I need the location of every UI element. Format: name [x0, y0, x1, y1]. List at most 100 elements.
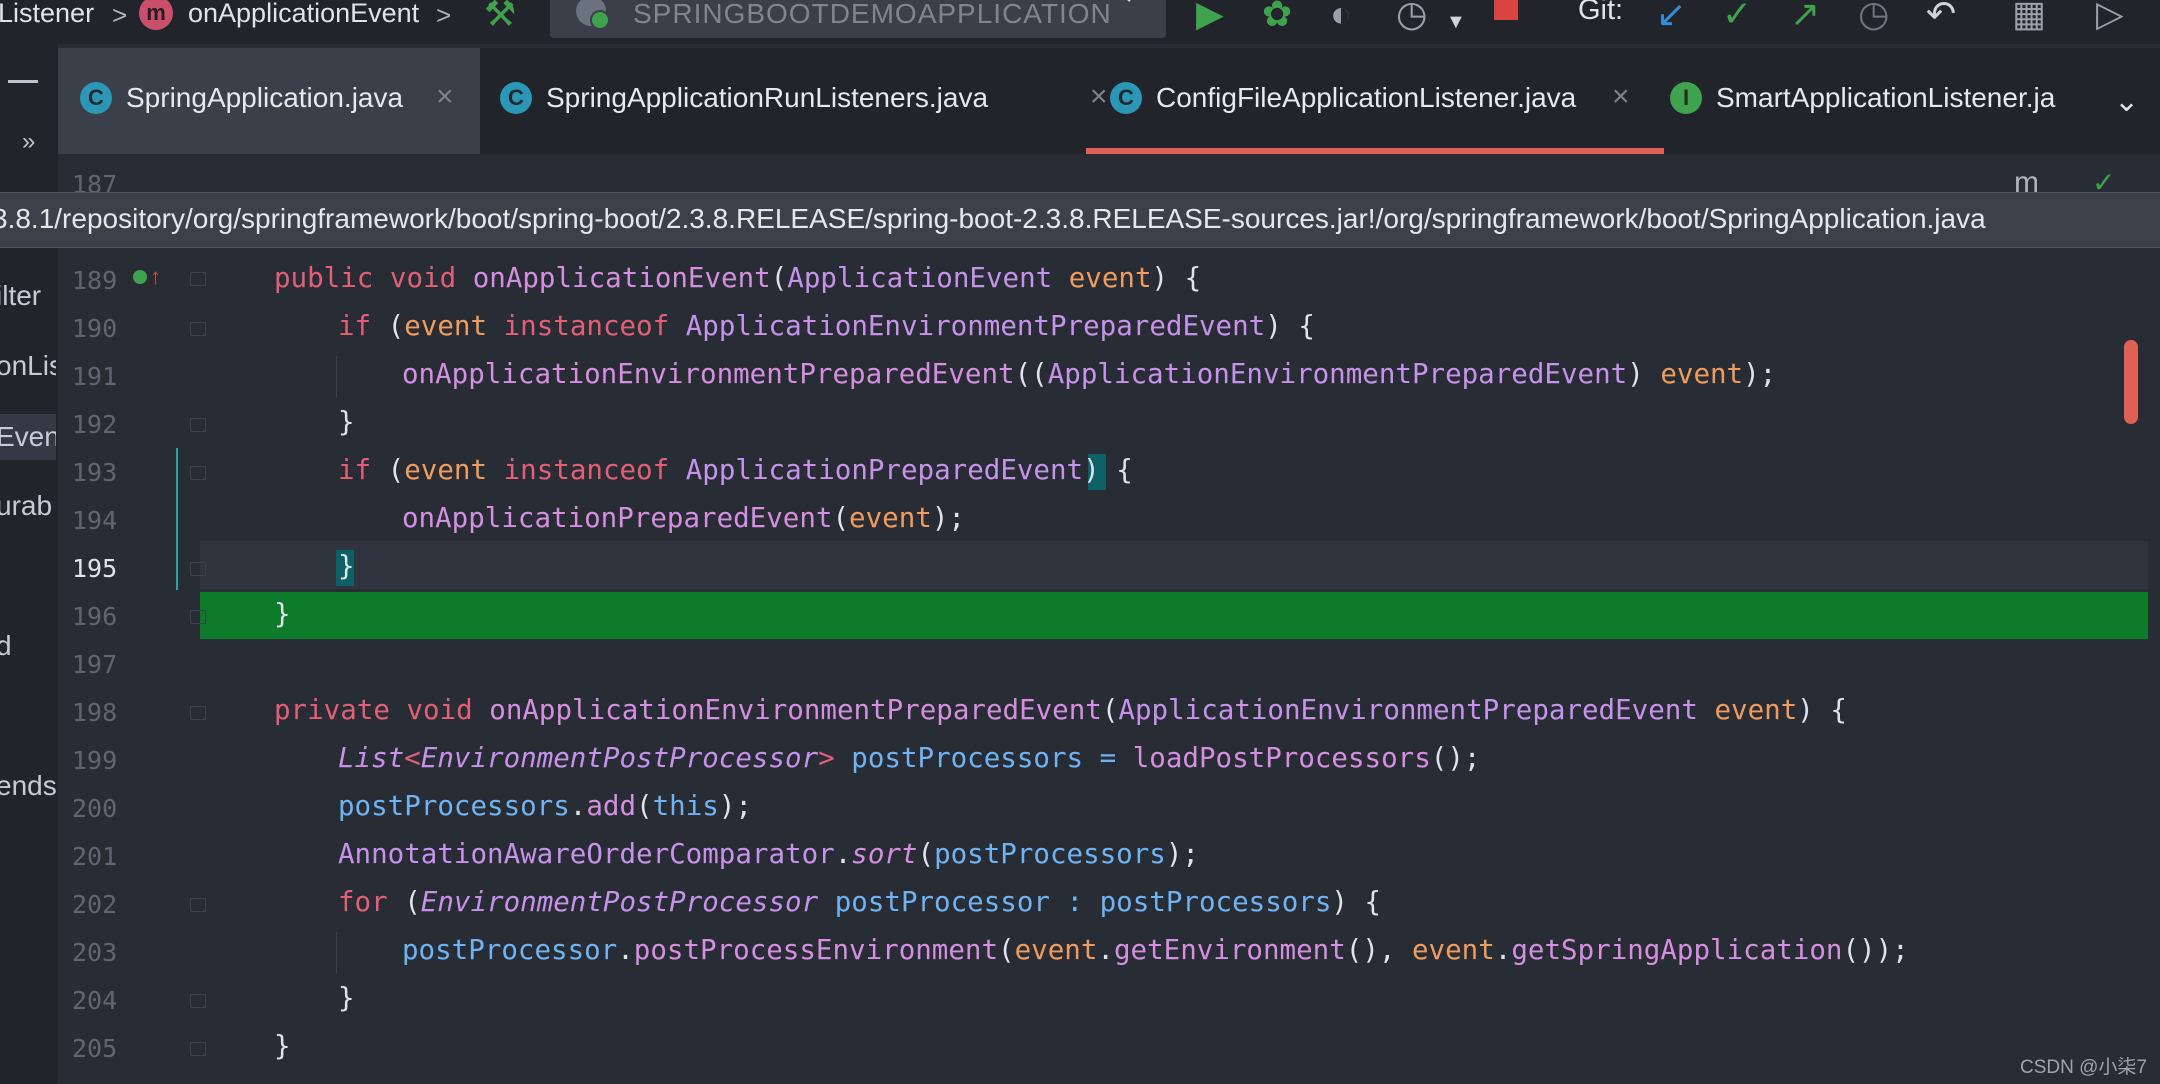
tab-label: ConfigFileApplicationListener.java	[1156, 82, 1577, 113]
build-hammer-icon[interactable]: ⚒	[484, 0, 516, 32]
git-history-icon[interactable]: ◷	[1858, 0, 1889, 32]
tab-run-listeners[interactable]: C SpringApplicationRunListeners.java ×	[480, 48, 1120, 154]
fold-marker-icon[interactable]	[190, 272, 206, 286]
line-number: 190	[72, 314, 118, 343]
breadcrumb-method[interactable]: onApplicationEvent	[188, 0, 419, 29]
code-line: private void onApplicationEnvironmentPre…	[274, 694, 1847, 726]
close-tab-icon[interactable]: ×	[1612, 80, 1630, 114]
line-number: 203	[72, 938, 118, 967]
class-icon: C	[500, 82, 532, 114]
class-icon: C	[1110, 82, 1142, 114]
tab-spring-application[interactable]: C SpringApplication.java ×	[58, 48, 480, 154]
line-number: 204	[72, 986, 118, 1015]
structure-item[interactable]: ends	[0, 770, 56, 802]
git-commit-icon[interactable]: ✓	[1722, 0, 1752, 32]
line-number: 191	[72, 362, 118, 391]
watermark: CSDN @小柒7	[2020, 1057, 2147, 1078]
active-tab-indicator	[1086, 148, 1664, 154]
code-line: }	[338, 982, 355, 1014]
line-number: 205	[72, 1034, 118, 1063]
fold-marker-icon[interactable]	[190, 1042, 206, 1056]
code-line-execution-point: }	[274, 598, 291, 630]
fold-marker-icon[interactable]	[190, 418, 206, 432]
run-configuration-label: SPRINGBOOTDEMOAPPLICATION	[633, 0, 1112, 29]
breadcrumb-class[interactable]: Listener	[0, 0, 94, 29]
file-path-text: 3.8.1/repository/org/springframework/boo…	[0, 203, 1986, 234]
fold-marker-icon[interactable]	[190, 706, 206, 720]
breadcrumb-separator: >	[436, 0, 452, 30]
scrollbar-thumb[interactable]	[2124, 340, 2138, 424]
code-line: List<EnvironmentPostProcessor> postProce…	[338, 742, 1481, 774]
indent-guide	[336, 356, 337, 398]
execution-point-highlight	[200, 592, 2148, 639]
override-method-icon[interactable]	[133, 270, 147, 284]
structure-item[interactable]: d	[0, 630, 56, 662]
structure-item[interactable]: ilter	[0, 280, 56, 312]
dropdown-arrow-icon	[1118, 0, 1140, 2]
line-number: 199	[72, 746, 118, 775]
tab-label: SpringApplicationRunListeners.java	[546, 82, 989, 113]
tab-label: SmartApplicationListener.ja	[1716, 82, 2056, 113]
navigate-to-super-icon[interactable]: ↑	[150, 264, 161, 290]
tab-smart-listener[interactable]: I SmartApplicationListener.ja	[1664, 48, 2144, 154]
line-number: 202	[72, 890, 118, 919]
main-toolbar: Listener > m onApplicationEvent > ⚒ SPRI…	[0, 0, 2160, 44]
structure-item[interactable]: onLis	[0, 350, 56, 382]
code-line: if (event instanceof ApplicationPrepared…	[338, 454, 1133, 486]
fold-marker-icon[interactable]	[190, 562, 206, 576]
class-icon: C	[80, 82, 112, 114]
line-number: 193	[72, 458, 118, 487]
code-line: for (EnvironmentPostProcessor postProces…	[338, 886, 1382, 918]
line-number: 192	[72, 410, 118, 439]
line-number: 194	[72, 506, 118, 535]
line-number: 196	[72, 602, 118, 631]
code-line: onApplicationPreparedEvent(event);	[402, 502, 965, 534]
profile-icon[interactable]: ◷	[1396, 0, 1427, 32]
git-push-icon[interactable]: ↗	[1790, 0, 1820, 32]
line-number: 200	[72, 794, 118, 823]
debug-icon[interactable]: ✿	[1262, 0, 1292, 32]
code-line: AnnotationAwareOrderComparator.sort(post…	[338, 838, 1199, 870]
vcs-change-marker	[176, 448, 178, 590]
code-line: postProcessors.add(this);	[338, 790, 752, 822]
line-number: 189	[72, 266, 118, 295]
code-line: }	[338, 406, 355, 438]
project-structure-icon[interactable]: ▦	[2012, 0, 2046, 32]
code-line: onApplicationEnvironmentPreparedEvent((A…	[402, 358, 1777, 390]
interface-icon: I	[1670, 82, 1702, 114]
code-line: }	[274, 1030, 291, 1062]
run-icon[interactable]: ▶	[1196, 0, 1224, 32]
code-line: postProcessor.postProcessEnvironment(eve…	[402, 934, 1909, 966]
tab-config-file-listener[interactable]: C ConfigFileApplicationListener.java ×	[1072, 48, 1664, 154]
more-run-options-icon[interactable]: ▼	[1446, 4, 1466, 40]
indent-guide	[336, 932, 337, 974]
structure-item[interactable]: urab	[0, 490, 56, 522]
tab-label: SpringApplication.java	[126, 82, 404, 113]
fold-marker-icon[interactable]	[190, 322, 206, 336]
terminal-icon[interactable]: ▷	[2096, 0, 2124, 32]
line-number: 201	[72, 842, 118, 871]
structure-item-selected[interactable]: Event	[0, 414, 56, 460]
stop-icon[interactable]	[1494, 0, 1518, 26]
run-configuration-selector[interactable]: SPRINGBOOTDEMOAPPLICATION	[550, 0, 1166, 38]
method-icon: m	[139, 0, 173, 30]
fold-marker-icon[interactable]	[190, 610, 206, 624]
coverage-icon[interactable]: ◐	[1330, 0, 1352, 32]
spring-boot-config-icon	[576, 0, 610, 30]
expand-chevrons-icon[interactable]: »	[22, 128, 35, 156]
chevron-down-icon[interactable]: ⌄	[2114, 84, 2139, 119]
fold-marker-icon[interactable]	[190, 994, 206, 1008]
close-tab-icon[interactable]: ×	[436, 80, 454, 114]
current-line-highlight	[200, 541, 2148, 589]
line-number: 198	[72, 698, 118, 727]
fold-marker-icon[interactable]	[190, 898, 206, 912]
collapse-icon[interactable]	[8, 80, 38, 83]
fold-marker-icon[interactable]	[190, 466, 206, 480]
git-rollback-icon[interactable]: ↶	[1926, 0, 1956, 32]
code-line: public void onApplicationEvent(Applicati…	[274, 262, 1202, 294]
git-update-icon[interactable]: ↙	[1656, 0, 1686, 32]
editor-tab-bar: C SpringApplication.java × C SpringAppli…	[58, 48, 2160, 154]
line-number: 197	[72, 650, 118, 679]
git-label: Git:	[1578, 0, 1624, 26]
code-line: if (event instanceof ApplicationEnvironm…	[338, 310, 1315, 342]
